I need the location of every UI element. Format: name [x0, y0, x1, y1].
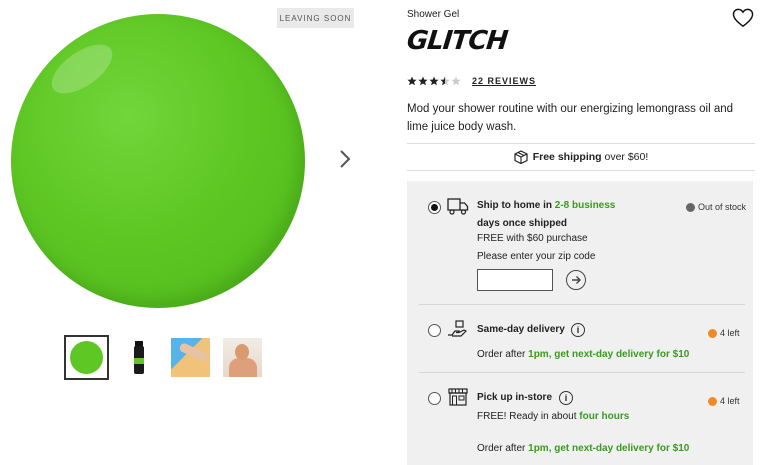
zip-prompt: Please enter your zip code: [477, 251, 596, 262]
product-category: Shower Gel: [407, 9, 460, 20]
pickup-stock-status: 4 left: [708, 396, 740, 406]
product-gallery: LEAVING SOON: [0, 0, 380, 465]
main-product-image: [11, 14, 305, 308]
heart-icon[interactable]: [732, 8, 754, 28]
rating-stars: [407, 76, 461, 86]
thumbnail-arm-pour[interactable]: [171, 338, 210, 377]
storefront-icon: [448, 388, 468, 406]
pickup-radio[interactable]: [428, 392, 441, 405]
product-description: Mod your shower routine with our energiz…: [407, 103, 734, 133]
pickup-stock-text: 4 left: [720, 396, 740, 406]
ship-home-title-prefix: Ship to home in: [477, 200, 555, 211]
arrow-right-icon: [572, 276, 581, 284]
gel-highlight: [43, 34, 121, 104]
pickup-cutoff-offer: , get next-day delivery for $10: [548, 443, 690, 454]
pickup-cutoff-text: Order after 1pm, get next-day delivery f…: [477, 443, 689, 454]
pickup-title: Pick up in-store: [477, 392, 553, 403]
ship-home-title: Ship to home in 2-8 business: [477, 200, 615, 211]
ship-home-days-line2: days once shipped: [477, 218, 568, 229]
same-day-cutoff-time: 1pm: [528, 349, 549, 360]
star-half-icon: [440, 76, 450, 86]
ship-home-days: 2-8 business: [554, 200, 616, 211]
pickup-info-icon[interactable]: i: [559, 391, 573, 405]
free-shipping-label: Free shipping: [532, 151, 602, 163]
star-empty-icon: [451, 76, 461, 86]
delivery-options-panel: Ship to home in 2-8 business days once s…: [407, 181, 753, 465]
zip-code-input[interactable]: [477, 269, 553, 291]
free-shipping-threshold: over $60!: [604, 151, 649, 163]
same-day-stock-status: 4 left: [708, 328, 740, 338]
pickup-ready-text: FREE! Ready in about four hours: [477, 411, 629, 422]
same-day-stock-text: 4 left: [720, 328, 740, 338]
star-full-icon: [407, 76, 417, 86]
chevron-right-icon[interactable]: [336, 147, 354, 171]
truck-icon: [447, 198, 469, 215]
zip-submit-button[interactable]: [566, 270, 586, 290]
thumbnail-person-shower[interactable]: [223, 338, 262, 377]
stock-dot-icon: [708, 396, 717, 406]
same-day-radio[interactable]: [428, 324, 441, 337]
ship-home-free-text: FREE with $60 purchase: [477, 233, 588, 244]
option-divider: [419, 372, 745, 373]
product-title: GLITCH: [405, 26, 509, 56]
pickup-cutoff-time: 1pm: [528, 443, 549, 454]
reviews-link[interactable]: 22 REVIEWS: [472, 76, 536, 86]
same-day-cutoff-offer: , get next-day delivery for $10: [548, 349, 690, 360]
same-day-info-icon[interactable]: i: [571, 323, 585, 337]
stock-dot-icon: [708, 328, 717, 338]
thumbnail-gel-swatch[interactable]: [64, 335, 109, 380]
pickup-ready-time: four hours: [579, 411, 630, 422]
ship-home-stock-status: Out of stock: [686, 202, 746, 212]
same-day-cutoff-prefix: Order after: [477, 349, 529, 360]
ship-home-radio[interactable]: [428, 201, 441, 214]
thumbnail-strip: [64, 335, 262, 380]
free-shipping-banner: Free shipping over $60!: [407, 143, 755, 171]
hand-package-icon: [448, 320, 468, 337]
option-divider: [419, 304, 745, 305]
ship-home-stock-text: Out of stock: [698, 202, 747, 212]
pickup-ready-prefix: FREE! Ready in about: [477, 411, 580, 422]
star-full-icon: [429, 76, 439, 86]
star-full-icon: [418, 76, 428, 86]
thumbnail-bottle[interactable]: [119, 338, 158, 377]
pickup-cutoff-prefix: Order after: [477, 443, 529, 454]
package-icon: [514, 150, 528, 164]
leaving-soon-badge: LEAVING SOON: [277, 8, 354, 28]
same-day-cutoff-text: Order after 1pm, get next-day delivery f…: [477, 349, 689, 360]
same-day-title: Same-day delivery: [477, 324, 565, 335]
stock-dot-icon: [686, 202, 695, 212]
